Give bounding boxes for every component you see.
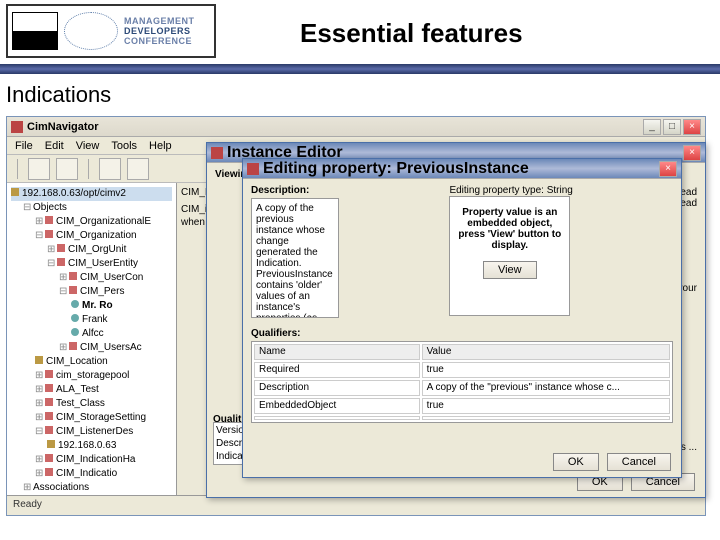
status-text: Ready: [13, 499, 42, 510]
tree-item[interactable]: CIM_StorageSetting: [56, 412, 146, 423]
qualifiers-table[interactable]: Name Value Requiredtrue DescriptionA cop…: [251, 341, 673, 423]
logo-line-3: CONFERENCE: [124, 36, 195, 46]
toolbar-btn-3[interactable]: [99, 158, 121, 180]
menu-file[interactable]: File: [15, 140, 33, 152]
tree-item[interactable]: 192.168.0.63: [58, 440, 116, 451]
tree-objects[interactable]: Objects: [33, 202, 67, 213]
dialog-icon: [211, 147, 223, 159]
menu-tools[interactable]: Tools: [111, 140, 137, 152]
editing-property-dialog: Editing property: PreviousInstance × Des…: [242, 158, 682, 478]
slide-title: Essential features: [300, 18, 523, 49]
logo-badge-icon: [12, 12, 58, 50]
embedded-msg: Property value is an embedded object, pr…: [454, 207, 565, 251]
tree-item[interactable]: CIM_UsersAc: [80, 342, 142, 353]
close-button[interactable]: ×: [659, 161, 677, 177]
dialog-title: Editing property: PreviousInstance: [263, 160, 655, 178]
server-icon: [11, 188, 19, 196]
toolbar-btn-4[interactable]: [127, 158, 149, 180]
tree-item[interactable]: Frank: [82, 314, 108, 325]
minimize-button[interactable]: _: [643, 119, 661, 135]
tree-item[interactable]: CIM_OrgUnit: [68, 244, 126, 255]
tree-item[interactable]: CIM_Location: [46, 356, 108, 367]
person-icon: [71, 314, 79, 322]
tree-item[interactable]: CIM_Pers: [80, 286, 124, 297]
close-button[interactable]: ×: [683, 145, 701, 161]
menu-view[interactable]: View: [76, 140, 100, 152]
expand-handle[interactable]: ⊟: [23, 201, 33, 215]
window-title: CimNavigator: [27, 121, 639, 133]
logo-dots-icon: [64, 12, 118, 50]
description-textarea[interactable]: A copy of the previous instance whose ch…: [251, 198, 339, 318]
col-name[interactable]: Name: [254, 344, 420, 360]
col-value[interactable]: Value: [422, 344, 670, 360]
view-button[interactable]: View: [483, 261, 537, 279]
logo-line-2: DEVELOPERS: [124, 26, 195, 36]
tree-item[interactable]: cim_storagepool: [56, 370, 129, 381]
toolbar-btn-1[interactable]: [28, 158, 50, 180]
close-button[interactable]: ×: [683, 119, 701, 135]
tree-item[interactable]: CIM_ListenerDes: [56, 426, 133, 437]
tree-associations[interactable]: Associations: [33, 482, 89, 493]
table-row: Requiredtrue: [254, 362, 670, 378]
tree-item[interactable]: Test_Class: [56, 398, 105, 409]
menu-help[interactable]: Help: [149, 140, 172, 152]
tree-item[interactable]: Alfcc: [82, 328, 104, 339]
tree-root[interactable]: 192.168.0.63/opt/cimv2: [22, 188, 126, 199]
cancel-button[interactable]: Cancel: [607, 453, 671, 471]
tree-item[interactable]: CIM_OrganizationalE: [56, 216, 151, 227]
tree-item[interactable]: CIM_IndicationHa: [56, 454, 135, 465]
titlebar[interactable]: CimNavigator _ □ ×: [7, 117, 705, 137]
description-label: Description:: [251, 185, 441, 196]
qualifiers-label: Qualifiers:: [251, 328, 673, 339]
tree-item[interactable]: ALA_Test: [56, 384, 99, 395]
menu-edit[interactable]: Edit: [45, 140, 64, 152]
person-icon: [71, 328, 79, 336]
tree-item[interactable]: CIM_Indicatio: [56, 468, 117, 479]
tree-item[interactable]: CIM_UserEntity: [68, 258, 138, 269]
divider: [0, 64, 720, 74]
tree-panel[interactable]: 192.168.0.63/opt/cimv2 ⊟Objects ⊞CIM_Org…: [7, 183, 177, 495]
tree-item[interactable]: CIM_Organization: [56, 230, 137, 241]
ok-button[interactable]: OK: [553, 453, 599, 471]
maximize-button[interactable]: □: [663, 119, 681, 135]
dialog-titlebar[interactable]: Editing property: PreviousInstance ×: [243, 159, 681, 179]
tree-item[interactable]: Mr. Ro: [82, 300, 113, 311]
table-row: DescriptionA copy of the "previous" inst…: [254, 380, 670, 396]
conference-logo: MANAGEMENT DEVELOPERS CONFERENCE: [6, 4, 216, 58]
type-label: Editing property type: String: [449, 185, 673, 196]
table-row: EmbeddedObjecttrue: [254, 398, 670, 414]
tree-item[interactable]: CIM_UserCon: [80, 272, 143, 283]
dialog-icon: [247, 163, 259, 175]
app-icon: [11, 121, 23, 133]
toolbar-btn-2[interactable]: [56, 158, 78, 180]
slide-subtitle: Indications: [6, 82, 111, 108]
logo-line-1: MANAGEMENT: [124, 16, 195, 26]
person-icon: [71, 300, 79, 308]
